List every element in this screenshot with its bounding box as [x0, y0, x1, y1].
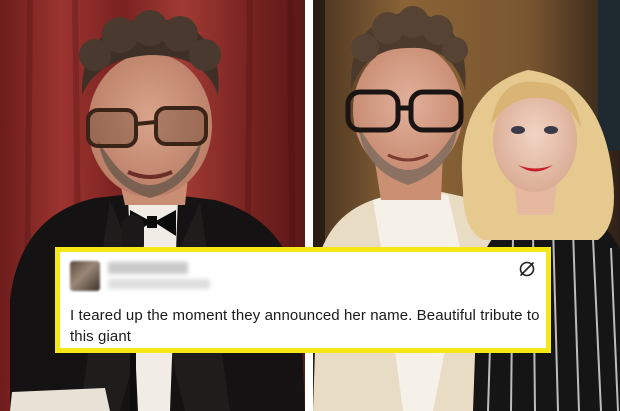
tweet-card: I teared up the moment they announced he… — [55, 247, 551, 353]
avatar — [70, 261, 100, 291]
tweet-text: I teared up the moment they announced he… — [70, 307, 540, 345]
author-handle-blurred — [108, 279, 210, 289]
x-logo-icon — [519, 261, 535, 277]
author-name-blurred — [108, 262, 188, 274]
